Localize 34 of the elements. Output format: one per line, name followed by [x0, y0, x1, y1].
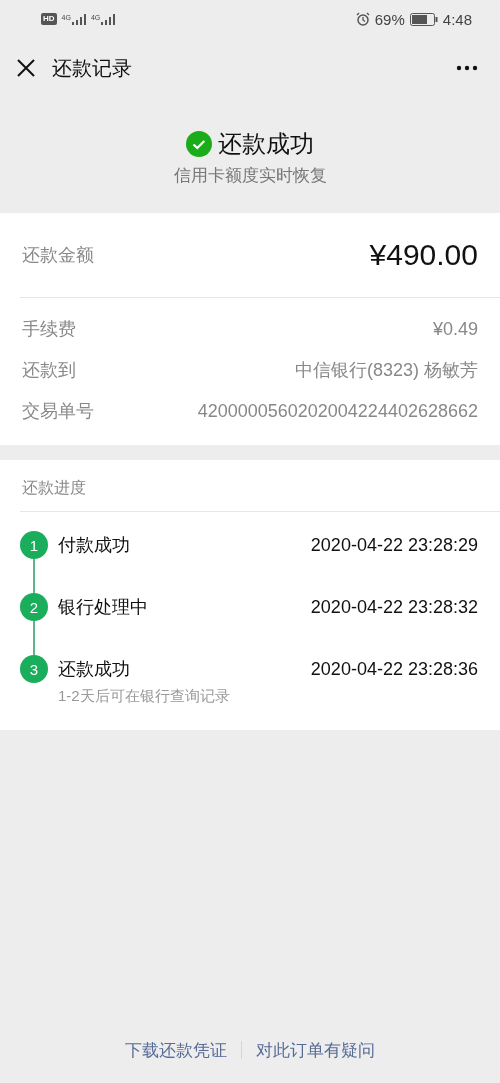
result-title: 还款成功 — [218, 129, 314, 159]
hd-badge: HD — [41, 13, 57, 25]
more-icon — [456, 65, 478, 71]
detail-value: 4200000560202004224402628662 — [197, 400, 478, 422]
detail-value: ¥0.49 — [432, 318, 478, 340]
step-label: 还款成功 — [58, 658, 130, 681]
step-time: 2020-04-22 23:28:32 — [310, 596, 478, 618]
signal-icon — [71, 13, 86, 25]
step-number: 1 — [20, 531, 48, 559]
step-time: 2020-04-22 23:28:36 — [310, 658, 478, 680]
detail-label: 还款到 — [22, 359, 76, 382]
result-subtitle: 信用卡额度实时恢复 — [173, 165, 327, 187]
check-circle-icon — [186, 131, 212, 157]
step-time: 2020-04-22 23:28:29 — [310, 534, 478, 556]
detail-label: 交易单号 — [22, 400, 94, 423]
amount-label: 还款金额 — [22, 244, 94, 267]
page-title: 还款记录 — [52, 55, 133, 81]
step-number: 3 — [20, 655, 48, 683]
detail-label: 手续费 — [22, 318, 76, 341]
battery-percent: 69% — [374, 10, 405, 28]
alarm-clock-icon — [355, 12, 370, 26]
footer-link[interactable]: 对此订单有疑问 — [256, 1038, 375, 1062]
battery-icon — [409, 12, 438, 26]
signal-icon — [101, 13, 116, 25]
detail-value: 中信银行(8323) 杨敏芳 — [294, 359, 478, 382]
step-note: 1-2天后可在银行查询记录 — [58, 687, 231, 706]
step-number: 2 — [20, 593, 48, 621]
close-icon — [16, 58, 36, 78]
amount-value: ¥490.00 — [369, 238, 478, 272]
clock-time: 4:48 — [442, 10, 472, 28]
progress-title: 还款进度 — [22, 479, 86, 496]
footer-link[interactable]: 下载还款凭证 — [125, 1038, 227, 1062]
step-label: 付款成功 — [58, 534, 130, 557]
step-label: 银行处理中 — [58, 596, 148, 619]
